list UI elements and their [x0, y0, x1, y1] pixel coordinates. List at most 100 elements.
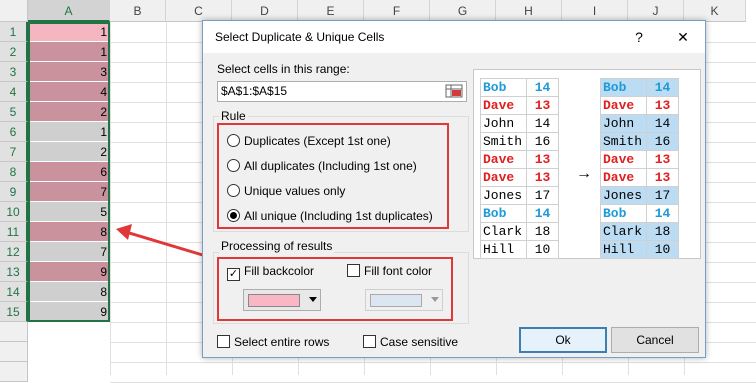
row-header[interactable]	[0, 362, 28, 382]
preview-name-cell: Bob	[480, 78, 527, 97]
column-header-e[interactable]: E	[298, 0, 364, 22]
range-select-icon[interactable]	[442, 82, 466, 101]
preview-number-cell: 14	[526, 78, 559, 97]
row-header[interactable]: 12	[0, 242, 28, 262]
preview-row: Clark 18	[480, 222, 559, 241]
backcolor-swatch	[248, 294, 300, 307]
preview-name-cell: Dave	[480, 96, 527, 115]
rule-option-2[interactable]: All duplicates (Including 1st one)	[227, 158, 417, 174]
preview-row: Hill 10	[600, 240, 679, 259]
preview-name-cell: Hill	[480, 240, 527, 259]
help-icon[interactable]: ?	[629, 27, 649, 47]
preview-before-table: Bob 14 Dave 13 John 14 Smith 16 Dave 13 Dave 13 Jone…	[480, 78, 559, 259]
preview-name-cell: Bob	[480, 204, 527, 223]
preview-row: Smith 16	[480, 132, 559, 151]
row-header[interactable]: 4	[0, 82, 28, 102]
row-header[interactable]: 10	[0, 202, 28, 222]
cancel-button[interactable]: Cancel	[611, 327, 699, 353]
preview-number-cell: 14	[526, 114, 559, 133]
preview-number-cell: 14	[526, 204, 559, 223]
row-header[interactable]: 13	[0, 262, 28, 282]
preview-row: Clark 18	[600, 222, 679, 241]
preview-name-cell: Dave	[480, 150, 527, 169]
preview-number-cell: 18	[526, 222, 559, 241]
preview-name-cell: Dave	[480, 168, 527, 187]
ok-button[interactable]: Ok	[519, 327, 607, 353]
range-label: Select cells in this range:	[217, 62, 350, 76]
preview-panel: Bob 14 Dave 13 John 14 Smith 16 Dave 13 Dave 13 Jone…	[473, 69, 701, 259]
case-sensitive-label: Case sensitive	[380, 335, 459, 349]
row-header[interactable]: 2	[0, 42, 28, 62]
row-header[interactable]: 9	[0, 182, 28, 202]
preview-number-cell: 10	[526, 240, 559, 259]
chevron-down-icon	[309, 297, 317, 302]
column-header-d[interactable]: D	[232, 0, 298, 22]
fill-font-color-label: Fill font color	[364, 264, 433, 278]
radio-icon	[227, 209, 240, 222]
rule-option-1[interactable]: Duplicates (Except 1st one)	[227, 133, 391, 149]
preview-name-cell: Dave	[600, 150, 647, 169]
font-color-picker[interactable]	[365, 289, 443, 311]
row-header[interactable]	[0, 322, 28, 342]
preview-name-cell: Dave	[600, 168, 647, 187]
column-header-g[interactable]: G	[430, 0, 496, 22]
preview-name-cell: Dave	[600, 96, 647, 115]
row-header[interactable]: 8	[0, 162, 28, 182]
preview-number-cell: 17	[646, 186, 679, 205]
check-mark-icon: ✓	[228, 268, 239, 280]
column-header-b[interactable]: B	[110, 0, 166, 22]
preview-number-cell: 13	[526, 150, 559, 169]
dialog-titlebar[interactable]: Select Duplicate & Unique Cells ? ✕	[203, 21, 705, 53]
rule-option-3[interactable]: Unique values only	[227, 183, 345, 199]
row-header[interactable]: 3	[0, 62, 28, 82]
column-header-k[interactable]: K	[684, 0, 746, 22]
preview-name-cell: Bob	[600, 204, 647, 223]
row-header[interactable]: 11	[0, 222, 28, 242]
selection-outline	[28, 22, 110, 322]
backcolor-picker[interactable]	[243, 289, 321, 311]
column-header-a[interactable]: A	[28, 0, 110, 22]
preview-name-cell: John	[480, 114, 527, 133]
preview-row: Dave 13	[600, 96, 679, 115]
preview-row: Smith 16	[600, 132, 679, 151]
rule-group-title: Rule	[219, 109, 248, 123]
close-icon[interactable]: ✕	[673, 27, 693, 47]
rule-option-label: Unique values only	[244, 184, 346, 198]
preview-name-cell: Jones	[600, 186, 647, 205]
select-all-corner[interactable]	[0, 0, 28, 22]
preview-number-cell: 13	[526, 168, 559, 187]
select-entire-rows-checkbox[interactable]: Select entire rows	[217, 334, 329, 350]
preview-row: Bob 14	[480, 78, 559, 97]
case-sensitive-checkbox[interactable]: Case sensitive	[363, 334, 458, 350]
preview-number-cell: 14	[646, 114, 679, 133]
preview-name-cell: Jones	[480, 186, 527, 205]
fill-backcolor-checkbox[interactable]: ✓ Fill backcolor	[227, 263, 315, 281]
row-header[interactable]: 15	[0, 302, 28, 322]
row-header[interactable]: 5	[0, 102, 28, 122]
row-header[interactable]: 14	[0, 282, 28, 302]
column-header-j[interactable]: J	[628, 0, 684, 22]
row-header[interactable]	[0, 342, 28, 362]
row-header[interactable]: 1	[0, 22, 28, 42]
row-header[interactable]: 6	[0, 122, 28, 142]
column-header-c[interactable]: C	[166, 0, 232, 22]
preview-name-cell: John	[600, 114, 647, 133]
fill-backcolor-label: Fill backcolor	[244, 264, 315, 278]
preview-row: John 14	[480, 114, 559, 133]
preview-number-cell: 16	[526, 132, 559, 151]
fill-font-color-checkbox[interactable]: Fill font color	[347, 263, 432, 279]
range-input[interactable]: $A$1:$A$15	[217, 81, 467, 102]
rule-option-label: All duplicates (Including 1st one)	[244, 159, 417, 173]
preview-row: Bob 14	[600, 78, 679, 97]
preview-row: Hill 10	[480, 240, 559, 259]
preview-number-cell: 13	[646, 96, 679, 115]
row-header[interactable]: 7	[0, 142, 28, 162]
fill-backcolor-box: ✓	[227, 268, 240, 281]
column-header-i[interactable]: I	[562, 0, 628, 22]
rule-option-4[interactable]: All unique (Including 1st duplicates)	[227, 208, 433, 224]
radio-icon	[227, 184, 240, 197]
column-header-h[interactable]: H	[496, 0, 562, 22]
column-header-f[interactable]: F	[364, 0, 430, 22]
select-entire-rows-label: Select entire rows	[234, 335, 330, 349]
dialog-title: Select Duplicate & Unique Cells	[215, 30, 385, 44]
